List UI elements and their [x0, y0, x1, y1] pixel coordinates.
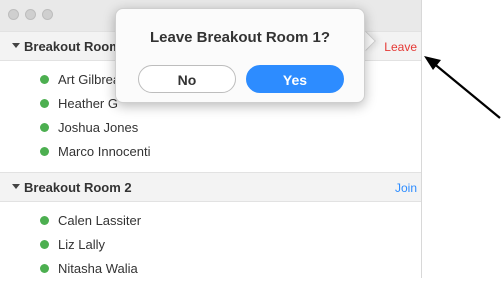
- participant-name: Joshua Jones: [58, 120, 139, 135]
- online-status-icon: [40, 216, 49, 225]
- participant-row: Joshua Jones: [0, 116, 421, 140]
- leave-room-link[interactable]: Leave: [384, 40, 417, 54]
- participant-name: Liz Lally: [58, 237, 105, 252]
- participant-row: Liz Lally: [0, 233, 421, 257]
- participant-row: Marco Innocenti: [0, 140, 421, 164]
- yes-button[interactable]: Yes: [246, 65, 344, 93]
- online-status-icon: [40, 240, 49, 249]
- participant-name: Calen Lassiter: [58, 213, 142, 228]
- dialog-title: Leave Breakout Room 1?: [149, 29, 331, 46]
- join-room-link[interactable]: Join: [395, 181, 417, 195]
- participant-name: Marco Innocenti: [58, 144, 151, 159]
- participant-name: Heather G: [58, 96, 118, 111]
- online-status-icon: [40, 123, 49, 132]
- room-title: Breakout Room 2: [24, 180, 132, 195]
- window-close-button[interactable]: [8, 9, 19, 20]
- chevron-down-icon[interactable]: [12, 43, 20, 48]
- participant-row: Nitasha Walia: [0, 257, 421, 281]
- leave-room-dialog: Leave Breakout Room 1? No Yes: [115, 8, 365, 103]
- online-status-icon: [40, 147, 49, 156]
- online-status-icon: [40, 75, 49, 84]
- window-zoom-button[interactable]: [42, 9, 53, 20]
- online-status-icon: [40, 264, 49, 273]
- window-minimize-button[interactable]: [25, 9, 36, 20]
- participant-row: Calen Lassiter: [0, 209, 421, 233]
- chevron-down-icon[interactable]: [12, 184, 20, 189]
- room-header-2[interactable]: Breakout Room 2 Join: [0, 172, 421, 202]
- no-button[interactable]: No: [138, 65, 236, 93]
- online-status-icon: [40, 99, 49, 108]
- participant-name: Nitasha Walia: [58, 261, 138, 276]
